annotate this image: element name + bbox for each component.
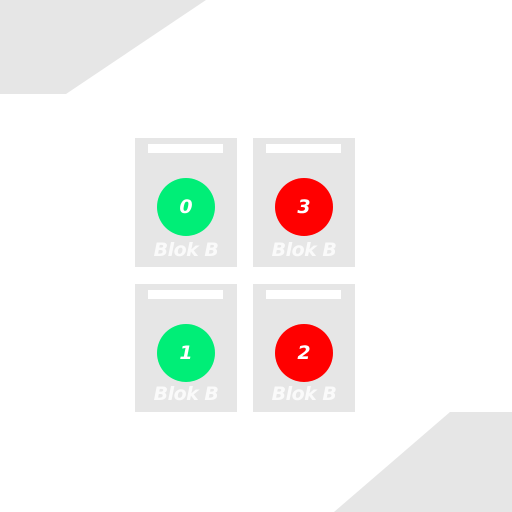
slot-number: 2 [297, 341, 311, 364]
slot-header-bar [148, 290, 223, 299]
status-indicator: 3 [275, 178, 333, 236]
slot-label: Blok B [153, 383, 219, 405]
slot-grid: 0 Blok B 3 Blok B 1 Blok B 2 Blok B [135, 138, 355, 412]
slot-header-bar [148, 144, 223, 153]
slot-header-bar [266, 144, 341, 153]
slot-card[interactable]: 0 Blok B [135, 138, 237, 267]
slot-card[interactable]: 2 Blok B [253, 284, 355, 412]
slot-number: 3 [297, 195, 311, 218]
slot-label: Blok B [271, 383, 337, 405]
slot-card[interactable]: 1 Blok B [135, 284, 237, 412]
status-indicator: 0 [157, 178, 215, 236]
status-indicator: 1 [157, 324, 215, 382]
slot-card[interactable]: 3 Blok B [253, 138, 355, 267]
slot-label: Blok B [153, 239, 219, 261]
slot-number: 1 [179, 341, 193, 364]
slot-number: 0 [179, 195, 193, 218]
status-indicator: 2 [275, 324, 333, 382]
slot-header-bar [266, 290, 341, 299]
slot-label: Blok B [271, 239, 337, 261]
